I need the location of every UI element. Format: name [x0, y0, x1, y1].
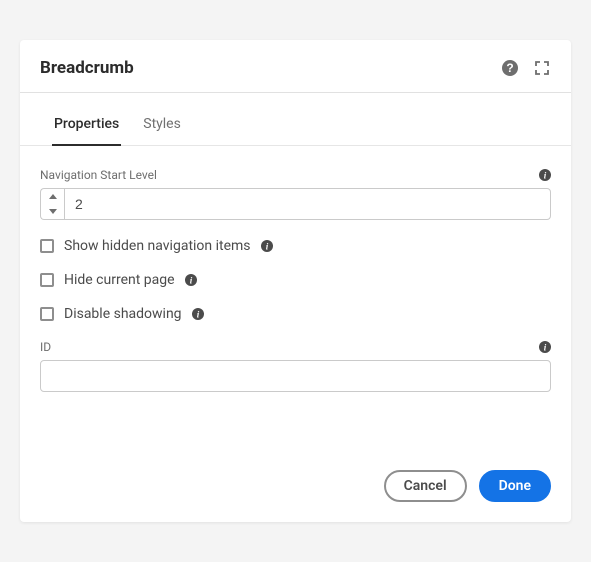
hide-current-checkbox[interactable]: [40, 273, 54, 287]
header-actions: ?: [501, 59, 551, 77]
field-hide-current: Hide current page i: [40, 272, 551, 288]
help-icon[interactable]: ?: [501, 59, 519, 77]
label-row: ID i: [40, 340, 551, 354]
id-input[interactable]: [40, 360, 551, 392]
show-hidden-checkbox[interactable]: [40, 239, 54, 253]
fullscreen-icon[interactable]: [533, 59, 551, 77]
tab-content: Navigation Start Level i Show: [20, 146, 571, 420]
dialog-title: Breadcrumb: [40, 58, 134, 78]
disable-shadowing-checkbox[interactable]: [40, 307, 54, 321]
stepper-up-icon[interactable]: [41, 189, 64, 204]
svg-text:?: ?: [506, 61, 513, 75]
id-label: ID: [40, 340, 51, 354]
info-icon[interactable]: i: [185, 274, 197, 286]
info-icon[interactable]: i: [261, 240, 273, 252]
hide-current-label: Hide current page: [64, 272, 175, 288]
dialog-footer: Cancel Done: [20, 420, 571, 522]
field-nav-start-level: Navigation Start Level i: [40, 168, 551, 220]
info-icon[interactable]: i: [539, 169, 551, 181]
field-disable-shadowing: Disable shadowing i: [40, 306, 551, 322]
dialog-header: Breadcrumb ?: [20, 40, 571, 93]
field-id: ID i: [40, 340, 551, 392]
cancel-button[interactable]: Cancel: [384, 470, 467, 502]
nav-start-level-stepper: [40, 188, 551, 220]
done-button[interactable]: Done: [479, 470, 551, 502]
tabs: Properties Styles: [20, 101, 571, 146]
tab-properties[interactable]: Properties: [52, 102, 121, 146]
info-icon[interactable]: i: [192, 308, 204, 320]
stepper-down-icon[interactable]: [41, 204, 64, 219]
show-hidden-label: Show hidden navigation items: [64, 238, 251, 254]
nav-start-level-label: Navigation Start Level: [40, 168, 157, 182]
label-row: Navigation Start Level i: [40, 168, 551, 182]
stepper-controls: [40, 188, 64, 220]
breadcrumb-dialog: Breadcrumb ? Properties Styles: [20, 40, 571, 522]
info-icon[interactable]: i: [539, 341, 551, 353]
field-show-hidden: Show hidden navigation items i: [40, 238, 551, 254]
nav-start-level-input[interactable]: [64, 188, 551, 220]
tab-styles[interactable]: Styles: [141, 102, 183, 146]
disable-shadowing-label: Disable shadowing: [64, 306, 182, 322]
